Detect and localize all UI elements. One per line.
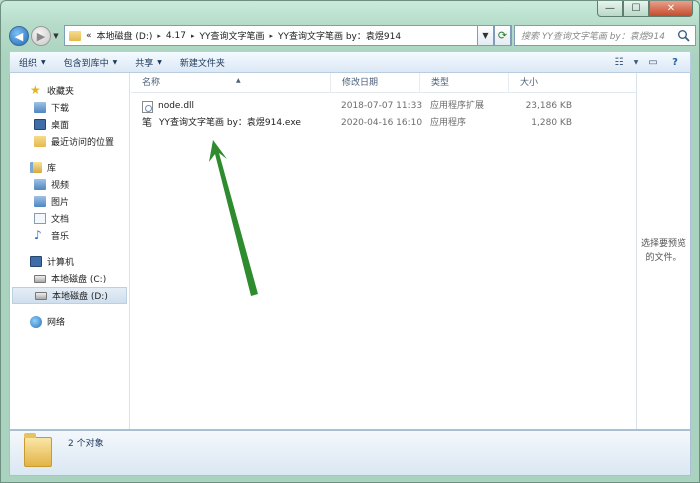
search-icon[interactable]: [677, 29, 691, 43]
nav-videos[interactable]: 视频: [10, 176, 129, 193]
nav-drive-c[interactable]: 本地磁盘 (C:): [10, 270, 129, 287]
navigation-pane: ★ 收藏夹 下载 桌面 最近访问的位置 库 视频 图片 文档 ♪ 音乐 计算机 …: [10, 73, 130, 429]
chevron-down-icon: ▼: [157, 58, 162, 66]
recent-pages-dropdown[interactable]: ▼: [51, 32, 61, 40]
nav-desktop[interactable]: 桌面: [10, 116, 129, 133]
maximize-button[interactable]: ☐: [623, 1, 649, 17]
organize-label: 组织: [19, 58, 38, 69]
window-controls: — ☐ ✕: [597, 1, 693, 17]
nav-computer[interactable]: 计算机: [10, 253, 129, 270]
green-arrow-icon: [209, 140, 258, 296]
recent-places-icon: [34, 136, 46, 147]
organize-button[interactable]: 组织 ▼: [10, 56, 55, 69]
toolbar-view-controls: ☷ ▼ ▭ ?: [610, 54, 684, 70]
nav-documents[interactable]: 文档: [10, 210, 129, 227]
nav-pictures[interactable]: 图片: [10, 193, 129, 210]
command-bar: 组织 ▼ 包含到库中 ▼ 共享 ▼ 新建文件夹 ☷ ▼ ▭ ?: [9, 51, 691, 73]
preview-message: 选择要预览的文件。: [641, 239, 687, 263]
nav-downloads[interactable]: 下载: [10, 99, 129, 116]
address-history-dropdown[interactable]: ▼: [477, 25, 494, 46]
music-icon: ♪: [34, 228, 42, 242]
nav-drive-d[interactable]: 本地磁盘 (D:): [12, 287, 127, 304]
share-button[interactable]: 共享 ▼: [126, 56, 171, 69]
downloads-folder-icon: [34, 102, 46, 113]
nav-label: 桌面: [51, 121, 70, 131]
breadcrumb-4-17[interactable]: 4.17: [166, 31, 186, 41]
nav-libraries[interactable]: 库: [10, 159, 129, 176]
breadcrumb-yy-folder[interactable]: YY查询文字笔画: [199, 29, 264, 42]
explorer-window: — ☐ ✕ ◀ ▶ ▼ « 本地磁盘 (D:) ▸ 4.17 ▸ YY查询文字笔…: [0, 0, 700, 483]
chevron-down-icon: ▼: [41, 58, 46, 66]
item-count: 2 个对象: [68, 439, 104, 449]
file-list: 名称 ▲ 修改日期 类型 大小 node.dll 2018-07-07 11:3…: [131, 73, 636, 429]
folder-icon: [24, 433, 52, 467]
documents-icon: [34, 213, 46, 224]
nav-label: 图片: [51, 198, 70, 208]
refresh-button[interactable]: ⟳: [494, 25, 511, 46]
back-button[interactable]: ◀: [9, 26, 29, 46]
breadcrumb-current-folder[interactable]: YY查询文字笔画 by：袁煜914: [278, 29, 401, 42]
breadcrumb-separator-icon[interactable]: ▸: [269, 32, 273, 40]
folder-icon: [69, 30, 81, 41]
nav-label: 计算机: [47, 258, 75, 268]
nav-music[interactable]: ♪ 音乐: [10, 227, 129, 244]
new-folder-button[interactable]: 新建文件夹: [171, 56, 234, 69]
network-icon: [30, 315, 42, 328]
pictures-icon: [34, 196, 46, 207]
nav-label: 音乐: [51, 232, 70, 242]
view-options-dropdown[interactable]: ▼: [632, 54, 640, 70]
nav-label: 收藏夹: [47, 87, 75, 97]
nav-recent-places[interactable]: 最近访问的位置: [10, 133, 129, 150]
close-button[interactable]: ✕: [649, 1, 693, 17]
change-view-icon[interactable]: ☷: [610, 54, 628, 70]
nav-label: 文档: [51, 215, 70, 225]
nav-label: 本地磁盘 (C:): [51, 275, 107, 285]
forward-button[interactable]: ▶: [31, 26, 51, 46]
back-arrow-icon: ◀: [14, 29, 24, 43]
minimize-button[interactable]: —: [597, 1, 623, 17]
preview-pane-icon[interactable]: ▭: [644, 54, 662, 70]
nav-label: 网络: [47, 318, 66, 328]
drive-icon: [34, 274, 46, 283]
content-area: ★ 收藏夹 下载 桌面 最近访问的位置 库 视频 图片 文档 ♪ 音乐 计算机 …: [9, 73, 691, 430]
new-folder-label: 新建文件夹: [179, 58, 225, 69]
star-icon: ★: [30, 83, 41, 97]
forward-arrow-icon: ▶: [36, 29, 46, 43]
search-input[interactable]: 搜索 YY查询文字笔画 by：袁煜914: [521, 29, 665, 42]
chevron-down-icon: ▼: [482, 31, 489, 40]
nav-label: 本地磁盘 (D:): [52, 292, 108, 302]
address-bar[interactable]: « 本地磁盘 (D:) ▸ 4.17 ▸ YY查询文字笔画 ▸ YY查询文字笔画…: [64, 25, 512, 46]
navigation-bar: ◀ ▶ ▼ « 本地磁盘 (D:) ▸ 4.17 ▸ YY查询文字笔画 ▸ YY…: [9, 23, 696, 49]
computer-icon: [30, 256, 42, 267]
drive-icon: [35, 291, 47, 300]
nav-label: 下载: [51, 104, 70, 114]
nav-label: 最近访问的位置: [51, 138, 115, 148]
nav-network[interactable]: 网络: [10, 313, 129, 330]
nav-favorites[interactable]: ★ 收藏夹: [10, 82, 129, 99]
nav-label: 库: [47, 164, 57, 174]
search-box[interactable]: 搜索 YY查询文字笔画 by：袁煜914: [514, 25, 696, 46]
help-icon[interactable]: ?: [666, 54, 684, 70]
breadcrumb-separator-icon[interactable]: ▸: [191, 32, 195, 40]
include-library-label: 包含到库中: [63, 58, 109, 69]
nav-label: 视频: [51, 181, 70, 191]
share-label: 共享: [135, 58, 154, 69]
details-pane: 2 个对象: [9, 430, 691, 476]
chevron-down-icon: ▼: [112, 58, 118, 66]
breadcrumb-separator-icon[interactable]: ▸: [157, 32, 161, 40]
desktop-icon: [34, 119, 46, 130]
address-overflow[interactable]: «: [86, 31, 92, 41]
preview-pane: 选择要预览的文件。: [636, 73, 690, 429]
videos-icon: [34, 179, 46, 190]
library-icon: [30, 162, 42, 173]
refresh-icon: ⟳: [497, 29, 508, 42]
annotation-arrow: [209, 140, 258, 296]
breadcrumb-drive-d[interactable]: 本地磁盘 (D:): [97, 29, 153, 42]
include-in-library-button[interactable]: 包含到库中 ▼: [55, 56, 127, 69]
address-buttons: ▼ ⟳: [477, 25, 511, 46]
